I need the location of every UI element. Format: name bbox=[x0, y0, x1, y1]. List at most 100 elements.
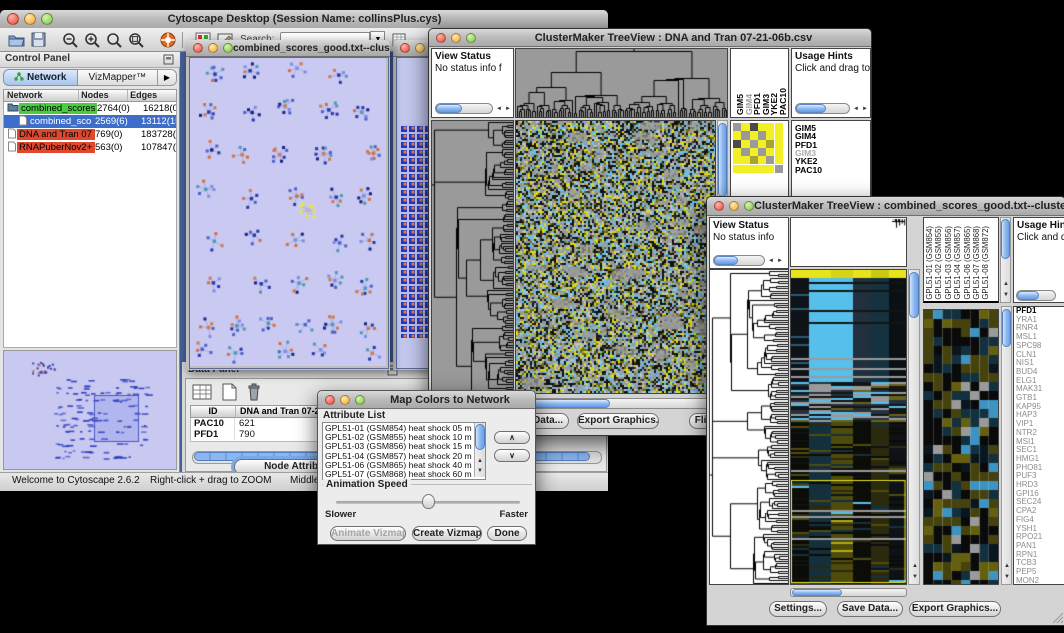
tv1-column-dendrogram[interactable] bbox=[515, 48, 728, 118]
attribute-list-item[interactable]: GPL51-03 (GSM856) heat shock 15 min bbox=[325, 442, 472, 451]
attribute-listbox[interactable]: GPL51-01 (GSM854) heat shock 05 minGPL51… bbox=[322, 422, 486, 480]
zoom-button[interactable] bbox=[355, 395, 365, 405]
heatmap-cell[interactable] bbox=[758, 148, 766, 156]
attribute-list-scrollbar[interactable]: ▲ ▼ bbox=[474, 423, 485, 477]
float-panel-icon[interactable] bbox=[163, 54, 174, 65]
heatmap-cell[interactable] bbox=[775, 131, 783, 139]
heatmap-cell[interactable] bbox=[733, 131, 741, 139]
tv2-gene-dendrogram[interactable] bbox=[709, 269, 789, 585]
network-title-bar[interactable]: combined_scores_good.txt--cluste... bbox=[186, 40, 390, 57]
tab-overflow-arrow[interactable]: ▶ bbox=[158, 69, 177, 86]
attribute-list-item[interactable]: GPL51-06 (GSM865) heat shock 40 min bbox=[325, 461, 472, 470]
treeview1-title-bar[interactable]: ClusterMaker TreeView : DNA and Tran 07-… bbox=[429, 29, 871, 47]
attribute-list-item[interactable]: GPL51-04 (GSM857) heat shock 20 min bbox=[325, 452, 472, 461]
zoom-selected-icon[interactable] bbox=[106, 32, 122, 48]
move-up-button[interactable]: ∧ bbox=[494, 431, 530, 444]
network-tree-row[interactable]: DNA and Tran 07769(0)183728(0) bbox=[4, 128, 176, 141]
dialog-title-bar[interactable]: Map Colors to Network bbox=[318, 391, 535, 409]
scroll-down-arrow[interactable]: ▼ bbox=[910, 573, 920, 581]
heatmap-cell[interactable] bbox=[775, 165, 783, 173]
tv2-horizontal-scrollbar[interactable] bbox=[790, 588, 907, 597]
heatmap-cell[interactable] bbox=[733, 123, 741, 131]
tv1-status-scrollbar[interactable] bbox=[435, 103, 493, 114]
zoom-button[interactable] bbox=[744, 201, 754, 211]
attribute-list-item[interactable]: GPL51-01 (GSM854) heat shock 05 min bbox=[325, 424, 472, 433]
network-tree-row[interactable]: RNAPuberNov2+563(0)107847(0) bbox=[4, 141, 176, 154]
tv1-gene-dendrogram[interactable] bbox=[431, 120, 514, 394]
tv2-collabel-scrollbar[interactable]: ▲ ▼ bbox=[1000, 217, 1011, 303]
close-button[interactable] bbox=[714, 201, 724, 211]
scroll-right-arrow[interactable]: ► bbox=[860, 105, 870, 113]
tv1-zoom-heatmap[interactable] bbox=[733, 123, 783, 173]
heatmap-cell[interactable] bbox=[758, 123, 766, 131]
tv2-column-dendrogram[interactable] bbox=[790, 217, 907, 267]
heatmap-cell[interactable] bbox=[775, 140, 783, 148]
zoom-out-icon[interactable] bbox=[62, 32, 78, 48]
main-title-bar[interactable]: Cytoscape Desktop (Session Name: collins… bbox=[0, 10, 608, 29]
heatmap-cell[interactable] bbox=[775, 148, 783, 156]
heatmap-cell[interactable] bbox=[741, 165, 749, 173]
close-button[interactable] bbox=[400, 43, 410, 53]
delete-attribute-icon[interactable] bbox=[245, 382, 263, 402]
heatmap-cell[interactable] bbox=[758, 131, 766, 139]
attribute-list-item[interactable]: GPL51-02 (GSM855) heat shock 10 min bbox=[325, 433, 472, 442]
heatmap-cell[interactable] bbox=[733, 140, 741, 148]
help-ring-icon[interactable] bbox=[160, 32, 176, 48]
attribute-list-item[interactable]: GPL51-07 (GSM868) heat shock 60 min bbox=[325, 470, 472, 479]
scroll-down-arrow[interactable]: ▼ bbox=[475, 467, 485, 475]
minimize-button[interactable] bbox=[451, 33, 461, 43]
resize-grip[interactable] bbox=[1052, 612, 1064, 624]
open-file-icon[interactable] bbox=[8, 32, 25, 47]
heatmap-cell[interactable] bbox=[758, 156, 766, 164]
heatmap-cell[interactable] bbox=[750, 156, 758, 164]
tv2-button-0[interactable]: Settings... bbox=[769, 601, 827, 617]
heatmap-cell[interactable] bbox=[750, 140, 758, 148]
heatmap-cell[interactable] bbox=[766, 148, 774, 156]
tv2-gene-list[interactable]: PFD1YRA1RNR4MSL1SPC98CLN1NIS1BUD4ELG1MAK… bbox=[1013, 306, 1064, 585]
scroll-down-arrow[interactable]: ▼ bbox=[1002, 573, 1012, 581]
heatmap-cell[interactable] bbox=[750, 148, 758, 156]
zoom-fit-icon[interactable] bbox=[128, 32, 144, 48]
move-down-button[interactable]: ∨ bbox=[494, 449, 530, 462]
close-button[interactable] bbox=[325, 395, 335, 405]
zoom-button[interactable] bbox=[223, 43, 233, 53]
scroll-up-arrow[interactable]: ▲ bbox=[1002, 562, 1012, 570]
scroll-right-arrow[interactable]: ► bbox=[503, 105, 513, 113]
minimize-button[interactable] bbox=[415, 43, 425, 53]
heatmap-cell[interactable] bbox=[775, 123, 783, 131]
heatmap-cell[interactable] bbox=[758, 140, 766, 148]
heatmap-cell[interactable] bbox=[741, 123, 749, 131]
tv2-genelist-scrollbar[interactable]: ▲ ▼ bbox=[1001, 306, 1012, 585]
tv2-status-scrollbar[interactable] bbox=[713, 255, 765, 266]
tv2-button-2[interactable]: Export Graphics... bbox=[909, 601, 1001, 617]
close-button[interactable] bbox=[7, 13, 19, 25]
tab-network[interactable]: Network bbox=[3, 69, 78, 86]
scroll-up-arrow[interactable]: ▲ bbox=[475, 457, 485, 465]
heatmap-cell[interactable] bbox=[766, 156, 774, 164]
heatmap-cell[interactable] bbox=[750, 165, 758, 173]
heatmap-cell[interactable] bbox=[775, 156, 783, 164]
scroll-up-arrow[interactable]: ▲ bbox=[910, 562, 920, 570]
tv1-global-heatmap[interactable] bbox=[515, 120, 716, 394]
table-icon[interactable] bbox=[191, 382, 213, 402]
scroll-up-arrow[interactable]: ▲ bbox=[1001, 280, 1011, 288]
heatmap-cell[interactable] bbox=[741, 140, 749, 148]
tv2-button-1[interactable]: Save Data... bbox=[837, 601, 903, 617]
close-button[interactable] bbox=[436, 33, 446, 43]
network-overview-panel[interactable] bbox=[3, 350, 177, 470]
gene-label[interactable]: MON2 bbox=[1014, 577, 1064, 585]
new-attribute-icon[interactable] bbox=[219, 382, 239, 402]
heatmap-cell[interactable] bbox=[733, 165, 741, 173]
zoom-in-icon[interactable] bbox=[84, 32, 100, 48]
tv2-zoom-heatmap[interactable] bbox=[923, 309, 999, 585]
minimize-button[interactable] bbox=[340, 395, 350, 405]
heatmap-cell[interactable] bbox=[741, 148, 749, 156]
zoom-button[interactable] bbox=[466, 33, 476, 43]
zoom-button[interactable] bbox=[41, 13, 53, 25]
tab-vizmapper[interactable]: VizMapper™ bbox=[78, 69, 158, 86]
heatmap-cell[interactable] bbox=[750, 123, 758, 131]
tv1-horizontal-scrollbar[interactable] bbox=[515, 398, 728, 409]
heatmap-cell[interactable] bbox=[733, 148, 741, 156]
heatmap-cell[interactable] bbox=[758, 165, 766, 173]
heatmap-cell[interactable] bbox=[741, 156, 749, 164]
